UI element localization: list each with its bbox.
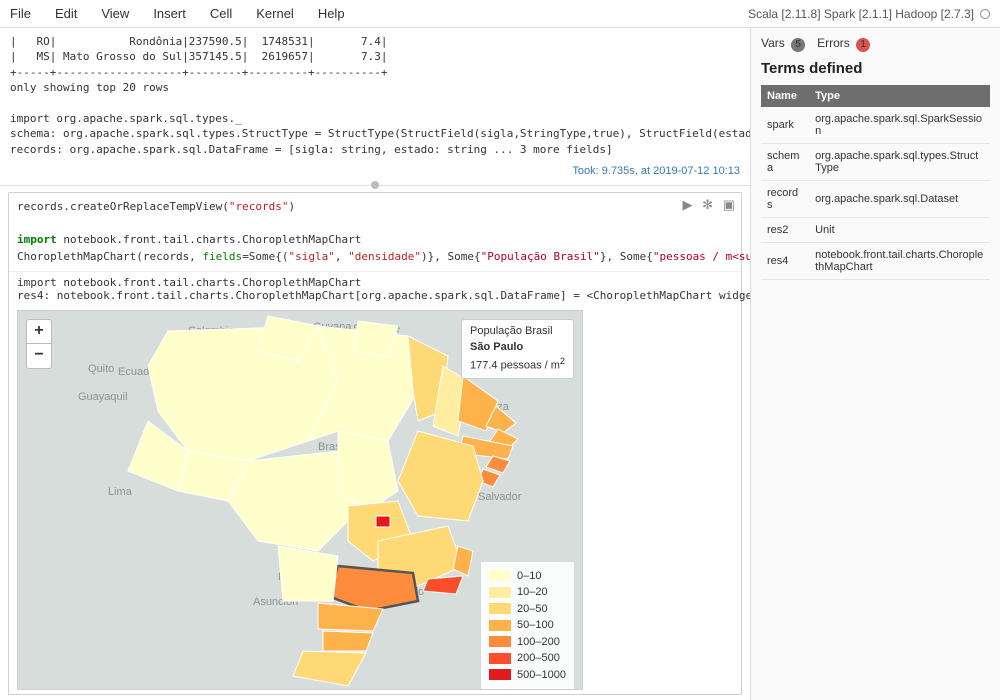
zoom-control: + − <box>26 319 52 369</box>
prev-cell-output: | RO| Rondônia|237590.5| 1748531| 7.4| |… <box>0 28 750 163</box>
state-sp[interactable] <box>328 566 418 611</box>
menubar: File Edit View Insert Cell Kernel Help S… <box>0 0 1000 28</box>
legend-label: 200–500 <box>517 650 560 667</box>
cell-timing: Took: 9.735s, at 2019-07-12 10:13 <box>0 163 750 183</box>
map-legend: 0–1010–2020–5050–100100–200200–500500–10… <box>481 562 574 690</box>
tooltip-value: 177.4 pessoas / m2 <box>470 355 565 374</box>
menu-edit[interactable]: Edit <box>55 6 77 21</box>
legend-swatch <box>489 620 511 631</box>
terms-table: Name Type sparkorg.apache.spark.sql.Spar… <box>761 85 990 280</box>
legend-swatch <box>489 636 511 647</box>
state-df <box>376 516 390 527</box>
table-row: recordsorg.apache.spark.sql.Dataset <box>761 181 990 218</box>
legend-label: 10–20 <box>517 584 548 601</box>
table-row: schemaorg.apache.spark.sql.types.StructT… <box>761 144 990 181</box>
code-cell[interactable]: ▶ ✻ ▣ records.createOrReplaceTempView("r… <box>8 192 742 695</box>
tooltip-state-name: São Paulo <box>470 340 565 355</box>
tab-vars[interactable]: Vars 5 <box>761 36 805 52</box>
legend-row: 0–10 <box>489 568 566 585</box>
map-tooltip: População Brasil São Paulo 177.4 pessoas… <box>461 319 574 379</box>
legend-swatch <box>489 653 511 664</box>
legend-label: 500–1000 <box>517 667 566 684</box>
legend-row: 500–1000 <box>489 667 566 684</box>
cell-settings-icon[interactable]: ✻ <box>702 197 713 212</box>
legend-row: 10–20 <box>489 584 566 601</box>
menu-file[interactable]: File <box>10 6 31 21</box>
menu-view[interactable]: View <box>101 6 129 21</box>
cell-menu-icon[interactable]: ▣ <box>723 197 735 212</box>
zoom-out-button[interactable]: − <box>27 344 51 368</box>
cell-text-output: import notebook.front.tail.charts.Chorop… <box>9 271 741 306</box>
legend-swatch <box>489 570 511 581</box>
legend-row: 20–50 <box>489 601 566 618</box>
table-row: sparkorg.apache.spark.sql.SparkSession <box>761 107 990 144</box>
side-tabs: Vars 5 Errors 1 <box>761 36 990 52</box>
legend-row: 200–500 <box>489 650 566 667</box>
table-row: res4notebook.front.tail.charts.Choroplet… <box>761 243 990 280</box>
side-panel: Vars 5 Errors 1 Terms defined Name Type … <box>750 28 1000 700</box>
add-cell-dot-icon[interactable] <box>371 181 379 189</box>
state-sc <box>323 631 373 651</box>
menu-help[interactable]: Help <box>318 6 345 21</box>
legend-swatch <box>489 603 511 614</box>
legend-swatch <box>489 669 511 680</box>
col-name: Name <box>761 85 809 107</box>
menu-kernel[interactable]: Kernel <box>256 6 294 21</box>
col-type: Type <box>809 85 990 107</box>
legend-label: 100–200 <box>517 634 560 651</box>
state-ms <box>278 546 338 601</box>
kernel-info: Scala [2.11.8] Spark [2.1.1] Hadoop [2.7… <box>748 7 974 21</box>
errors-count-badge: 1 <box>856 38 870 52</box>
code-editor[interactable]: records.createOrReplaceTempView("records… <box>9 193 741 271</box>
legend-label: 20–50 <box>517 601 548 618</box>
legend-label: 0–10 <box>517 568 541 585</box>
cell-divider <box>0 185 750 186</box>
choropleth-map[interactable]: ColombiaGuyanaSurinameEcuadorQuitoGuayaq… <box>17 310 583 690</box>
kernel-status-icon <box>980 9 990 19</box>
state-rs <box>293 651 366 686</box>
menu-cell[interactable]: Cell <box>210 6 232 21</box>
cell-toolbar: ▶ ✻ ▣ <box>671 193 741 217</box>
legend-row: 50–100 <box>489 617 566 634</box>
menu-insert[interactable]: Insert <box>153 6 186 21</box>
run-cell-icon[interactable]: ▶ <box>683 197 693 212</box>
zoom-in-button[interactable]: + <box>27 320 51 344</box>
vars-count-badge: 5 <box>791 38 805 52</box>
tab-errors[interactable]: Errors 1 <box>817 36 870 52</box>
legend-label: 50–100 <box>517 617 554 634</box>
legend-row: 100–200 <box>489 634 566 651</box>
legend-swatch <box>489 587 511 598</box>
notebook-area: | RO| Rondônia|237590.5| 1748531| 7.4| |… <box>0 28 750 700</box>
state-rj <box>423 576 463 594</box>
tooltip-title: População Brasil <box>470 324 565 339</box>
side-panel-title: Terms defined <box>761 60 990 77</box>
table-row: res2Unit <box>761 218 990 243</box>
